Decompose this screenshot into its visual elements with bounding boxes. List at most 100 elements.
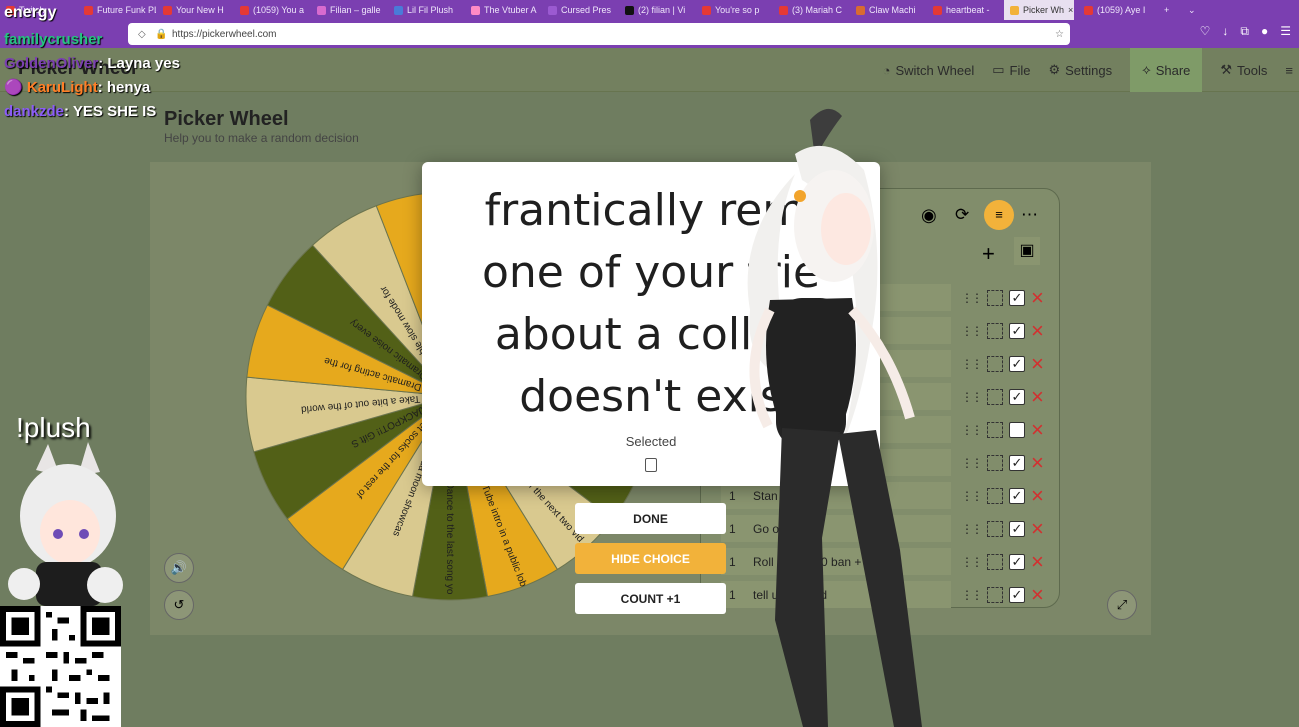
sound-toggle-button[interactable]: 🔊: [164, 553, 194, 583]
tab-7-label: Cursed Pres: [561, 5, 612, 15]
tab-5-label: Lil Fil Plush: [407, 5, 454, 15]
tab-9[interactable]: You're so p: [696, 0, 772, 20]
tab-list-button[interactable]: ⌄: [1182, 0, 1202, 20]
tab-9-label: You're so p: [715, 5, 760, 15]
chat-badge-3: 🟣: [4, 79, 27, 96]
tab-11[interactable]: Claw Machi: [850, 0, 926, 20]
tab-13[interactable]: Picker Wh ×: [1004, 0, 1074, 20]
url-text: https://pickerwheel.com: [172, 28, 277, 40]
tab-10-label: (3) Mariah C: [792, 5, 843, 15]
delete-entry-icon[interactable]: ×: [1031, 452, 1044, 474]
picker-wheel-tab-icon: [1010, 5, 1019, 15]
chat-user-1: familycrusher: [4, 31, 103, 48]
delete-entry-icon[interactable]: ×: [1031, 386, 1044, 408]
hamburger-menu-button[interactable]: ≡: [1285, 63, 1293, 78]
share-button[interactable]: ⟡ Share: [1130, 48, 1203, 92]
tab-7[interactable]: Cursed Pres: [542, 0, 618, 20]
add-image-icon[interactable]: ▣: [1014, 237, 1040, 265]
add-entry-icon[interactable]: +: [982, 241, 995, 267]
chat-line-3: 🟣 KaruLight: henya: [4, 76, 180, 100]
tab-6-label: The Vtuber A: [484, 5, 537, 15]
duplicate-icon[interactable]: [987, 356, 1003, 372]
chat-message-4: : YES SHE IS: [64, 103, 157, 120]
delete-entry-icon[interactable]: ×: [1031, 584, 1044, 606]
more-options-icon[interactable]: ⋯: [1021, 205, 1038, 225]
tab-2[interactable]: Your New H: [157, 0, 233, 20]
chat-line-2: GoldenOliver: Layna yes: [4, 52, 180, 76]
tab-8-label: (2) filian | Vi: [638, 5, 686, 15]
delete-entry-icon[interactable]: ×: [1031, 518, 1044, 540]
delete-entry-icon[interactable]: ×: [1031, 320, 1044, 342]
duplicate-icon[interactable]: [987, 290, 1003, 306]
list-view-icon[interactable]: ≡: [984, 200, 1014, 230]
tab-4[interactable]: Filian – galle: [311, 0, 387, 20]
entry-checkbox[interactable]: ✓: [1009, 455, 1025, 471]
qr-code-image: [0, 606, 121, 727]
tab-3[interactable]: (1059) You a: [234, 0, 310, 20]
gear-icon: ⚙: [1048, 62, 1061, 77]
tab-5[interactable]: Lil Fil Plush: [388, 0, 464, 20]
tab-14[interactable]: (1059) Aye I: [1078, 0, 1154, 20]
settings-label: Settings: [1065, 62, 1113, 78]
tab-1[interactable]: Future Funk PLAYING: [78, 0, 156, 20]
entry-checkbox[interactable]: ✓: [1009, 587, 1025, 603]
duplicate-icon[interactable]: [987, 455, 1003, 471]
chat-line-4: dankzde: YES SHE IS: [4, 100, 180, 124]
new-tab-button[interactable]: +: [1158, 0, 1178, 20]
plush-doll-image: [8, 442, 123, 606]
download-icon[interactable]: ↓: [1222, 24, 1228, 39]
url-field[interactable]: ◇ 🔒 https://pickerwheel.com ☆: [128, 23, 1070, 45]
duplicate-icon[interactable]: [987, 587, 1003, 603]
delete-entry-icon[interactable]: ×: [1031, 551, 1044, 573]
tab-8[interactable]: (2) filian | Vi: [619, 0, 695, 20]
delete-entry-icon[interactable]: ×: [1031, 287, 1044, 309]
duplicate-icon[interactable]: [987, 521, 1003, 537]
settings-button[interactable]: ⚙ Settings: [1048, 62, 1112, 78]
entry-checkbox[interactable]: ✓: [1009, 323, 1025, 339]
tab-10[interactable]: (3) Mariah C: [773, 0, 849, 20]
duplicate-icon[interactable]: [987, 554, 1003, 570]
extensions-icon[interactable]: ⧉: [1240, 24, 1249, 39]
chevron-down-icon: ⌄: [1188, 4, 1196, 15]
share-icon: ⟡: [1142, 62, 1151, 77]
entry-checkbox[interactable]: ✓: [1009, 521, 1025, 537]
delete-entry-icon[interactable]: ×: [1031, 419, 1044, 441]
switch-wheel-label: Switch Wheel: [895, 62, 975, 78]
tab-12[interactable]: heartbeat -: [927, 0, 1003, 20]
entry-checkbox[interactable]: ✓: [1009, 389, 1025, 405]
entry-checkbox[interactable]: ✓: [1009, 554, 1025, 570]
fullscreen-button[interactable]: ⤢: [1107, 590, 1137, 620]
bookmark-star-icon[interactable]: ☆: [1055, 29, 1064, 40]
duplicate-icon[interactable]: [987, 422, 1003, 438]
entry-checkbox[interactable]: ✓: [1009, 356, 1025, 372]
youtube-tab-icon: [933, 5, 942, 15]
tab-14-label: (1059) Aye I: [1097, 5, 1146, 15]
history-icon: ↺: [173, 597, 185, 612]
duplicate-icon[interactable]: [987, 323, 1003, 339]
tab-2-label: Your New H: [176, 5, 224, 15]
file-button[interactable]: ▭ File: [992, 62, 1030, 78]
tools-button[interactable]: ⚒ Tools: [1220, 62, 1267, 78]
tab-6[interactable]: The Vtuber A: [465, 0, 541, 20]
folder-icon: ▭: [992, 62, 1005, 77]
entry-checkbox[interactable]: ✓: [1009, 488, 1025, 504]
tools-icon: ⚒: [1220, 62, 1233, 77]
cursed-tab-icon: [548, 5, 557, 15]
entry-checkbox[interactable]: ✓: [1009, 290, 1025, 306]
delete-entry-icon[interactable]: ×: [1031, 353, 1044, 375]
history-button[interactable]: ↺: [164, 590, 194, 620]
pocket-icon[interactable]: ♡: [1200, 24, 1211, 39]
duplicate-icon[interactable]: [987, 389, 1003, 405]
youtube-tab-icon: [779, 5, 788, 15]
duplicate-icon[interactable]: [987, 488, 1003, 504]
close-tab-icon[interactable]: ×: [1068, 5, 1073, 15]
entry-checkbox[interactable]: [1009, 422, 1025, 438]
menu-icon[interactable]: ☰: [1280, 24, 1291, 39]
expand-icon: ⤢: [1116, 597, 1128, 612]
plush-tab-icon: [394, 5, 403, 15]
delete-entry-icon[interactable]: ×: [1031, 485, 1044, 507]
profile-icon[interactable]: ●: [1261, 24, 1268, 39]
chat-message-3: : henya: [97, 79, 151, 96]
switch-wheel-button[interactable]: ◔ Switch Wheel: [883, 63, 975, 78]
stream-chat-overlay: familycrusher GoldenOliver: Layna yes 🟣 …: [4, 28, 180, 124]
